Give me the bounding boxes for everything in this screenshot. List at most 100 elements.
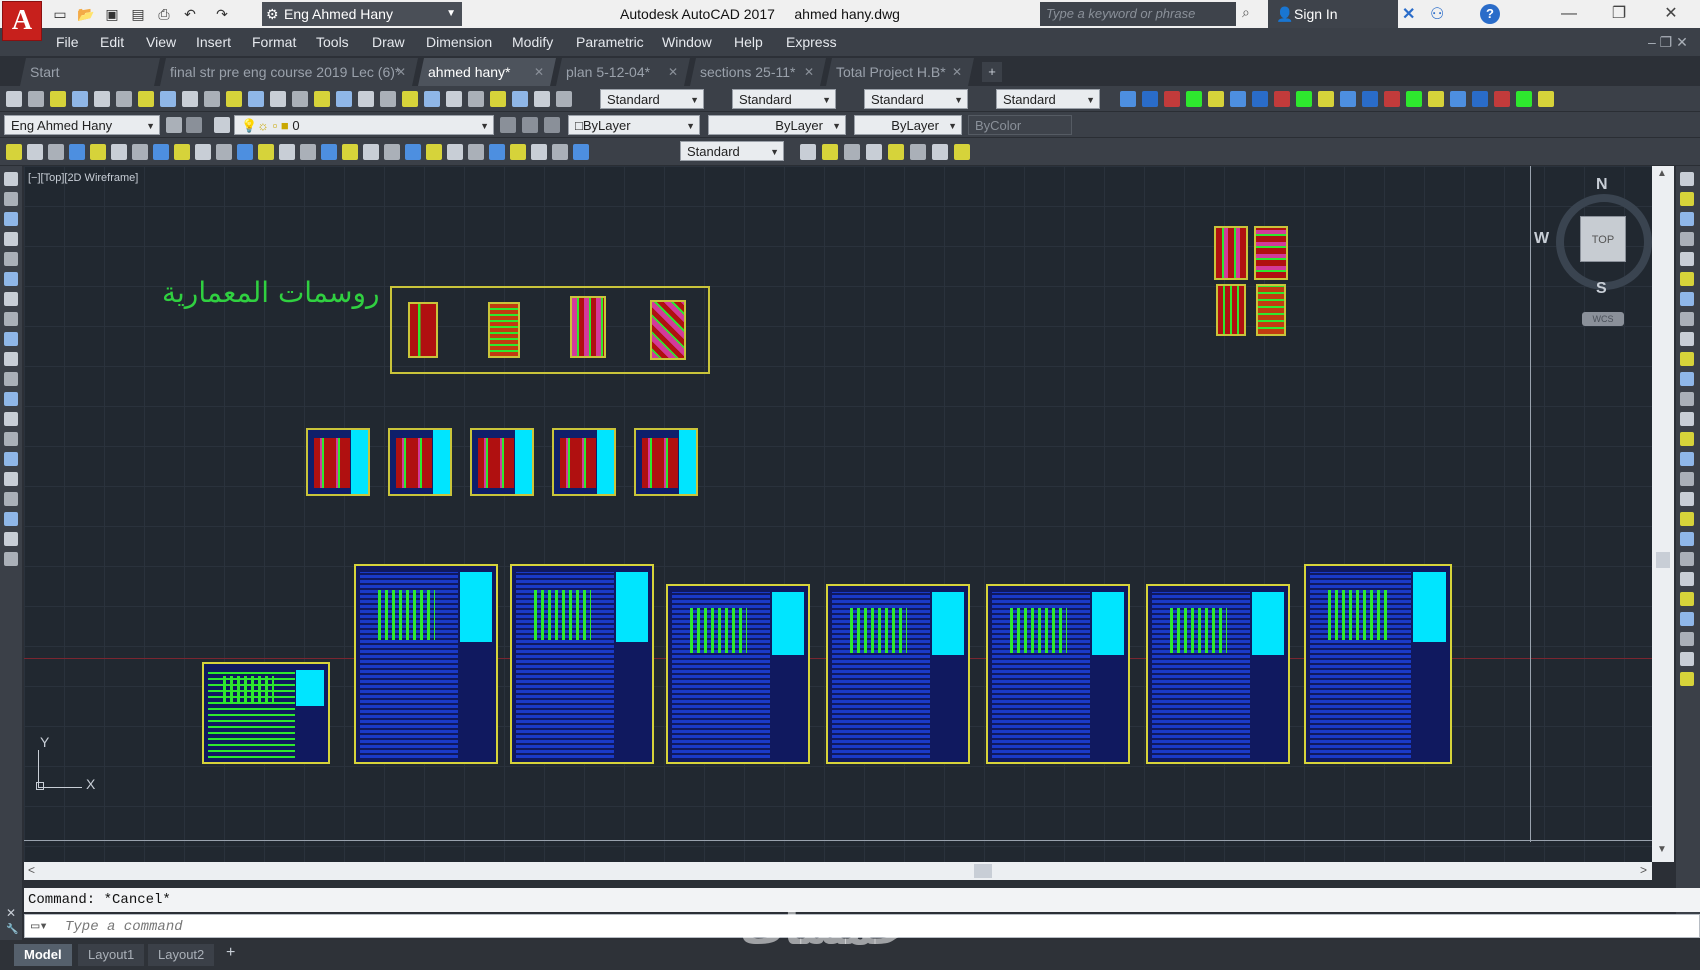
toolbar-tool-icon[interactable] — [1428, 91, 1444, 107]
furniture-plan-sheet[interactable] — [552, 428, 616, 496]
dimension-tool-icon[interactable] — [932, 144, 948, 160]
viewcube[interactable]: TOP N S E W WCS — [1534, 176, 1652, 326]
layer-previous-icon[interactable] — [522, 117, 538, 133]
new-file-icon[interactable]: ▭ — [50, 4, 70, 24]
modify-tool-icon[interactable] — [1680, 332, 1694, 346]
dimension-tool-icon[interactable] — [844, 144, 860, 160]
structural-sheet[interactable] — [986, 584, 1130, 764]
color-select[interactable]: □ByLayer ▼ — [568, 115, 700, 135]
toolbar-tool-icon[interactable] — [1142, 91, 1158, 107]
autodesk-360-icon[interactable]: ⚇ — [1430, 4, 1450, 24]
structural-sheet[interactable] — [1146, 584, 1290, 764]
modify-tool-icon[interactable] — [1680, 632, 1694, 646]
viewport-controls[interactable]: [−][Top][2D Wireframe] — [28, 172, 138, 184]
furniture-plan-sheet[interactable] — [388, 428, 452, 496]
draw-tool-icon[interactable] — [4, 312, 18, 326]
draw-tool-icon[interactable] — [4, 232, 18, 246]
modify-tool-icon[interactable] — [1680, 292, 1694, 306]
layer-select[interactable]: 💡☼ ▫ ■ 0 ▼ — [234, 115, 494, 135]
dimension-tool-icon[interactable] — [510, 144, 526, 160]
toolbar-tool-icon[interactable] — [28, 91, 44, 107]
vertical-scrollbar[interactable]: ▲ ▼ — [1652, 166, 1674, 862]
toolbar-tool-icon[interactable] — [336, 91, 352, 107]
toolbar-tool-icon[interactable] — [94, 91, 110, 107]
toolbar-tool-icon[interactable] — [314, 91, 330, 107]
new-tab-plus-icon[interactable]: + — [982, 62, 1002, 82]
linetype-select[interactable]: ByLayer ▼ — [708, 115, 846, 135]
toolbar-tool-icon[interactable] — [468, 91, 484, 107]
dimension-tool-icon[interactable] — [405, 144, 421, 160]
doc-window-controls[interactable]: – ❐ ✕ — [1648, 28, 1688, 56]
modify-tool-icon[interactable] — [1680, 452, 1694, 466]
toolbar-tool-icon[interactable] — [72, 91, 88, 107]
toolbar-tool-icon[interactable] — [556, 91, 572, 107]
close-icon[interactable]: ✕ — [6, 906, 16, 920]
modify-tool-icon[interactable] — [1680, 412, 1694, 426]
toolbar-tool-icon[interactable] — [424, 91, 440, 107]
save-icon[interactable]: ▣ — [102, 4, 122, 24]
toolbar-tool-icon[interactable] — [1362, 91, 1378, 107]
tab-sections[interactable]: sections 25-11* ✕ — [690, 58, 826, 86]
toolbar-tool-icon[interactable] — [1274, 91, 1290, 107]
compass-west[interactable]: W — [1534, 230, 1549, 248]
toolbar-tool-icon[interactable] — [1164, 91, 1180, 107]
arch-plan-thumb[interactable] — [570, 296, 606, 358]
text-style-select[interactable]: Standard ▼ — [600, 89, 704, 109]
toolbar-tool-icon[interactable] — [402, 91, 418, 107]
toolbar-tool-icon[interactable] — [1406, 91, 1422, 107]
draw-tool-icon[interactable] — [4, 292, 18, 306]
print-icon[interactable]: ⎙ — [154, 4, 174, 24]
layer-manager-icon[interactable] — [214, 117, 230, 133]
structural-sheet[interactable] — [666, 584, 810, 764]
dimension-tool-icon[interactable] — [363, 144, 379, 160]
layer-match-icon[interactable] — [544, 117, 560, 133]
tab-model[interactable]: Model — [14, 944, 72, 966]
redo-icon[interactable]: ↷ — [212, 4, 232, 24]
toolbar-tool-icon[interactable] — [1208, 91, 1224, 107]
modify-tool-icon[interactable] — [1680, 612, 1694, 626]
arch-plan-thumb[interactable] — [488, 302, 520, 358]
tab-layout2[interactable]: Layout2 — [148, 944, 215, 966]
dimension-tool-icon[interactable] — [216, 144, 232, 160]
menu-express[interactable]: Express — [786, 28, 837, 56]
mleader-style-select[interactable]: Standard ▼ — [996, 89, 1100, 109]
toolbar-tool-icon[interactable] — [1120, 91, 1136, 107]
vertical-scroll-thumb[interactable] — [1656, 552, 1670, 568]
dimension-tool-icon[interactable] — [300, 144, 316, 160]
dim-style-select[interactable]: Standard ▼ — [732, 89, 836, 109]
tab-total-project[interactable]: Total Project H.B* ✕ — [826, 58, 974, 86]
modify-tool-icon[interactable] — [1680, 252, 1694, 266]
toolbar-tool-icon[interactable] — [270, 91, 286, 107]
scroll-right-icon[interactable]: > — [1640, 863, 1647, 877]
toolbar-tool-icon[interactable] — [1186, 91, 1202, 107]
furniture-plan-sheet[interactable] — [634, 428, 698, 496]
dimension-tool-icon[interactable] — [552, 144, 568, 160]
draw-tool-icon[interactable] — [4, 192, 18, 206]
toolbar-tool-icon[interactable] — [50, 91, 66, 107]
menu-tools[interactable]: Tools — [316, 28, 349, 56]
viewcube-top-face[interactable]: TOP — [1580, 216, 1626, 262]
minimize-button[interactable]: — — [1546, 0, 1592, 28]
menu-file[interactable]: File — [56, 28, 79, 56]
arch-plan-thumb[interactable] — [408, 302, 438, 358]
modify-tool-icon[interactable] — [1680, 592, 1694, 606]
dimension-tool-icon[interactable] — [447, 144, 463, 160]
menu-modify[interactable]: Modify — [512, 28, 553, 56]
draw-tool-icon[interactable] — [4, 372, 18, 386]
draw-tool-icon[interactable] — [4, 552, 18, 566]
toolbar-tool-icon[interactable] — [1230, 91, 1246, 107]
menu-edit[interactable]: Edit — [100, 28, 124, 56]
draw-tool-icon[interactable] — [4, 172, 18, 186]
dimension-tool-icon[interactable] — [153, 144, 169, 160]
toolbar-tool-icon[interactable] — [380, 91, 396, 107]
compass-north[interactable]: N — [1596, 176, 1608, 194]
modify-tool-icon[interactable] — [1680, 672, 1694, 686]
menu-help[interactable]: Help — [734, 28, 763, 56]
toolbar-tool-icon[interactable] — [534, 91, 550, 107]
dimension-tool-icon[interactable] — [111, 144, 127, 160]
dimension-tool-icon[interactable] — [954, 144, 970, 160]
toolbar-tool-icon[interactable] — [160, 91, 176, 107]
plan-thumb[interactable] — [1256, 284, 1286, 336]
toolbar-tool-icon[interactable] — [1340, 91, 1356, 107]
structural-sheet[interactable] — [510, 564, 654, 764]
